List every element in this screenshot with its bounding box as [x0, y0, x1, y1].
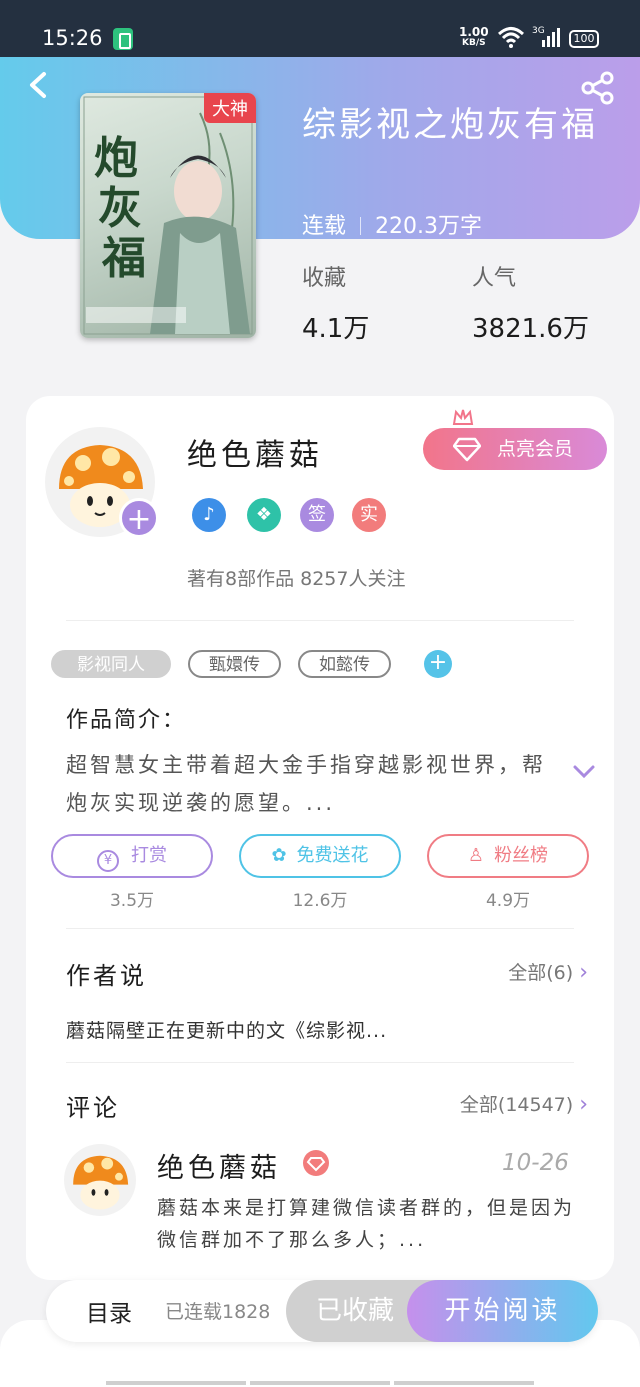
status-time: 15:26 — [42, 26, 103, 50]
comments-title: 评论 — [66, 1094, 120, 1122]
nav-indicator — [250, 1381, 390, 1385]
popularity-stat: 人气 3821.6万 — [472, 260, 589, 345]
chevron-right-icon: › — [579, 960, 588, 985]
comment-text[interactable]: 蘑菇本来是打算建微信读者群的，但是因为微信群加不了那么多人；... — [157, 1192, 577, 1256]
author-says-text[interactable]: 蘑菇隔壁正在更新中的文《综影视... — [66, 1016, 387, 1043]
mushroom-avatar-icon — [73, 1155, 129, 1210]
flower-icon: ✿ — [271, 845, 287, 866]
flower-count: 12.6万 — [292, 891, 348, 911]
signed-badge[interactable]: 签 — [300, 498, 334, 532]
battery-saver-icon — [113, 28, 133, 50]
author-follow-stats: 著有8部作品 8257人关注 — [187, 568, 406, 590]
divider — [66, 928, 574, 929]
book-cover[interactable]: 炮 灰 福 大神 — [80, 93, 256, 338]
book-meta: 连载 220.3万字 — [302, 208, 482, 240]
vip-diamond-icon — [303, 1150, 329, 1176]
vip-button[interactable]: 点亮会员 — [423, 428, 607, 470]
add-tag-button[interactable]: + — [424, 650, 452, 678]
crown-icon — [452, 409, 474, 425]
nav-indicator — [106, 1381, 246, 1385]
divider — [66, 620, 574, 621]
wifi-icon — [498, 27, 524, 48]
verified-badge[interactable]: 实 — [352, 498, 386, 532]
yen-icon: ¥ — [97, 850, 119, 872]
tag-item[interactable]: 如懿传 — [298, 650, 391, 678]
book-detail-screen: 15:26 1.00 KB/S 3G 100 炮 灰 福 大神 综影视之炮灰有福… — [0, 0, 640, 1387]
vip-button-label: 点亮会员 — [497, 438, 574, 460]
fan-ranking-button[interactable]: ♙ 粉丝榜 — [427, 834, 589, 878]
battery-icon: 100 — [569, 30, 599, 48]
music-badge-icon[interactable]: ♪ — [192, 498, 226, 532]
comment-date: 10-26 — [502, 1150, 569, 1176]
start-reading-button[interactable]: 开始阅读 — [407, 1280, 598, 1342]
diamond-icon — [453, 437, 481, 462]
svg-text:灰: 灰 — [98, 183, 142, 234]
cover-illustration: 炮 灰 福 — [83, 96, 253, 335]
back-icon[interactable] — [26, 70, 54, 100]
popularity-label: 人气 — [472, 266, 517, 291]
intro-label: 作品简介： — [66, 708, 187, 733]
tag-category[interactable]: 影视同人 — [51, 650, 171, 678]
follow-author-button[interactable]: + — [119, 498, 159, 538]
reward-button[interactable]: ¥ 打赏 — [51, 834, 213, 878]
send-flower-button[interactable]: ✿ 免费送花 — [239, 834, 401, 878]
chevron-down-icon[interactable] — [572, 764, 596, 780]
book-title: 综影视之炮灰有福 — [302, 105, 598, 145]
book-status: 连载 — [302, 214, 347, 239]
author-says-more-link[interactable]: 全部(6) › — [508, 958, 588, 985]
handshake-badge-icon[interactable]: ❖ — [247, 498, 281, 532]
fan-count: 4.9万 — [485, 891, 531, 911]
svg-text:炮: 炮 — [94, 133, 138, 184]
favorites-stat: 收藏 4.1万 — [302, 260, 369, 345]
comment-avatar[interactable] — [64, 1144, 136, 1216]
author-name: 绝色蘑菇 — [187, 438, 323, 473]
cover-badge: 大神 — [204, 93, 256, 123]
network-speed: 1.00 KB/S — [459, 25, 489, 48]
comments-more-link[interactable]: 全部(14547) › — [460, 1090, 588, 1117]
divider — [66, 1062, 574, 1063]
status-bar: 15:26 1.00 KB/S 3G 100 — [0, 0, 640, 57]
tag-item[interactable]: 甄嬛传 — [188, 650, 281, 678]
book-word-count: 220.3万字 — [375, 214, 482, 239]
popularity-value: 3821.6万 — [472, 314, 589, 344]
favorites-label: 收藏 — [302, 266, 347, 291]
fan-icon: ♙ — [467, 845, 485, 866]
reward-count: 3.5万 — [109, 891, 155, 911]
author-says-title: 作者说 — [66, 962, 147, 990]
svg-text:福: 福 — [101, 233, 146, 284]
nav-indicator — [394, 1381, 534, 1385]
comment-author-name: 绝色蘑菇 — [157, 1153, 281, 1184]
toc-button[interactable]: 目录 — [86, 1294, 132, 1328]
chevron-right-icon: › — [579, 1092, 588, 1117]
toc-status[interactable]: 已连载1828 — [165, 1297, 290, 1324]
favorites-value: 4.1万 — [302, 314, 370, 344]
intro-text: 超智慧女主带着超大金手指穿越影视世界，帮炮灰实现逆袭的愿望。... — [66, 753, 546, 815]
